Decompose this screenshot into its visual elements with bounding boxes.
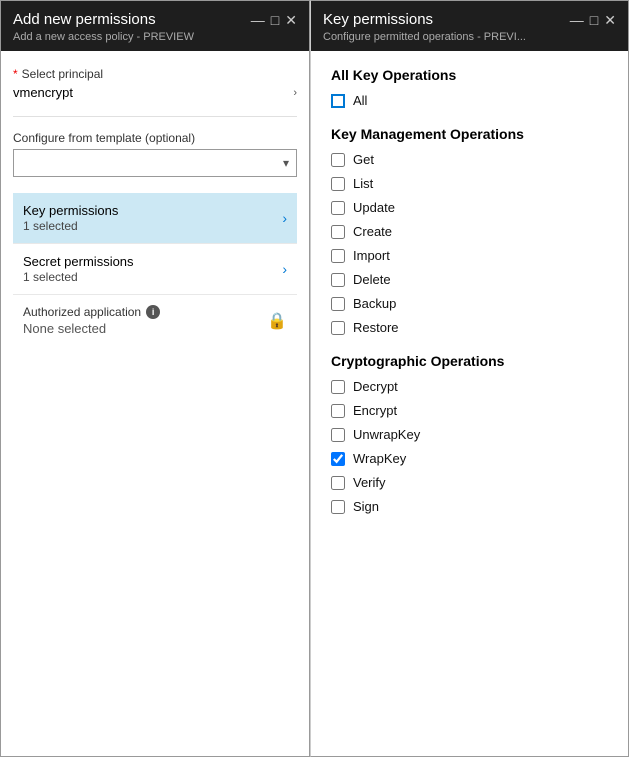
right-header-text: Key permissions Configure permitted oper… xyxy=(323,11,570,43)
left-maximize-icon[interactable]: □ xyxy=(271,13,279,27)
left-panel-subtitle: Add a new access policy - PREVIEW xyxy=(13,31,251,43)
secret-permissions-title: Secret permissions xyxy=(23,254,134,269)
principal-value-row[interactable]: vmencrypt › xyxy=(13,85,297,100)
auth-left: Authorized application i None selected xyxy=(23,305,160,336)
checkbox-sign-label: Sign xyxy=(353,499,379,514)
all-key-checkbox-wrapper[interactable]: All xyxy=(331,93,608,108)
checkbox-import-label: Import xyxy=(353,248,390,263)
auth-section: Authorized application i None selected 🔒 xyxy=(13,295,297,346)
all-key-operations-section: All Key Operations All xyxy=(331,67,608,108)
auth-label: Authorized application i xyxy=(23,305,160,319)
checkbox-verify[interactable]: Verify xyxy=(331,475,608,490)
cryptographic-operations-section: Cryptographic Operations Decrypt Encrypt… xyxy=(331,353,608,514)
checkbox-delete[interactable]: Delete xyxy=(331,272,608,287)
checkbox-create[interactable]: Create xyxy=(331,224,608,239)
checkbox-restore-input[interactable] xyxy=(331,321,345,335)
checkbox-sign[interactable]: Sign xyxy=(331,499,608,514)
key-permissions-subtitle: 1 selected xyxy=(23,219,118,233)
checkbox-get-label: Get xyxy=(353,152,374,167)
checkbox-backup-input[interactable] xyxy=(331,297,345,311)
principal-chevron-icon: › xyxy=(293,87,297,99)
key-permissions-content: Key permissions 1 selected xyxy=(23,203,118,233)
cryptographic-operations-title: Cryptographic Operations xyxy=(331,353,608,369)
checkbox-decrypt-label: Decrypt xyxy=(353,379,398,394)
right-panel-title: Key permissions xyxy=(323,11,570,28)
key-permissions-title: Key permissions xyxy=(23,203,118,218)
template-dropdown-wrapper: ▾ xyxy=(13,149,297,177)
all-key-checkbox-label: All xyxy=(353,93,367,108)
checkbox-list[interactable]: List xyxy=(331,176,608,191)
checkbox-encrypt-label: Encrypt xyxy=(353,403,397,418)
checkbox-backup-label: Backup xyxy=(353,296,396,311)
checkbox-create-label: Create xyxy=(353,224,392,239)
secret-permissions-subtitle: 1 selected xyxy=(23,270,134,284)
checkbox-verify-label: Verify xyxy=(353,475,386,490)
checkbox-update[interactable]: Update xyxy=(331,200,608,215)
key-permissions-nav-item[interactable]: Key permissions 1 selected › xyxy=(13,193,297,244)
checkbox-import-input[interactable] xyxy=(331,249,345,263)
checkbox-decrypt-input[interactable] xyxy=(331,380,345,394)
auth-value: None selected xyxy=(23,321,160,336)
key-permissions-chevron-icon: › xyxy=(282,210,287,226)
all-key-operations-title: All Key Operations xyxy=(331,67,608,83)
template-label: Configure from template (optional) xyxy=(13,131,297,145)
checkbox-encrypt-input[interactable] xyxy=(331,404,345,418)
right-panel-subtitle: Configure permitted operations - PREVI..… xyxy=(323,31,570,43)
checkbox-delete-label: Delete xyxy=(353,272,391,287)
checkbox-import[interactable]: Import xyxy=(331,248,608,263)
checkbox-verify-input[interactable] xyxy=(331,476,345,490)
right-panel-header: Key permissions Configure permitted oper… xyxy=(311,1,628,51)
checkbox-list-input[interactable] xyxy=(331,177,345,191)
key-management-operations-title: Key Management Operations xyxy=(331,126,608,142)
auth-label-text: Authorized application xyxy=(23,305,141,319)
checkbox-restore-label: Restore xyxy=(353,320,399,335)
required-star: * xyxy=(13,67,18,81)
template-dropdown[interactable] xyxy=(13,149,297,177)
secret-permissions-content: Secret permissions 1 selected xyxy=(23,254,134,284)
lock-icon: 🔒 xyxy=(267,311,287,331)
right-panel-controls: — □ ✕ xyxy=(570,13,616,27)
principal-section: * Select principal vmencrypt › xyxy=(13,67,297,100)
checkbox-decrypt[interactable]: Decrypt xyxy=(331,379,608,394)
right-maximize-icon[interactable]: □ xyxy=(590,13,598,27)
left-close-icon[interactable]: ✕ xyxy=(285,13,297,27)
secret-permissions-nav-item[interactable]: Secret permissions 1 selected › xyxy=(13,244,297,295)
checkbox-list-label: List xyxy=(353,176,373,191)
secret-permissions-chevron-icon: › xyxy=(282,261,287,277)
info-icon[interactable]: i xyxy=(146,305,160,319)
checkbox-get-input[interactable] xyxy=(331,153,345,167)
all-key-checkbox-box xyxy=(331,94,345,108)
right-close-icon[interactable]: ✕ xyxy=(604,13,616,27)
checkbox-unwrapkey-input[interactable] xyxy=(331,428,345,442)
checkbox-sign-input[interactable] xyxy=(331,500,345,514)
checkbox-delete-input[interactable] xyxy=(331,273,345,287)
checkbox-update-input[interactable] xyxy=(331,201,345,215)
checkbox-create-input[interactable] xyxy=(331,225,345,239)
checkbox-unwrapkey[interactable]: UnwrapKey xyxy=(331,427,608,442)
checkbox-wrapkey[interactable]: WrapKey xyxy=(331,451,608,466)
checkbox-backup[interactable]: Backup xyxy=(331,296,608,311)
right-panel: Key permissions Configure permitted oper… xyxy=(310,0,629,757)
principal-value: vmencrypt xyxy=(13,85,73,100)
left-panel-body: * Select principal vmencrypt › Configure… xyxy=(1,51,309,756)
left-panel: Add new permissions Add a new access pol… xyxy=(0,0,310,757)
checkbox-update-label: Update xyxy=(353,200,395,215)
principal-label: * Select principal xyxy=(13,67,297,81)
right-minimize-icon[interactable]: — xyxy=(570,13,584,27)
left-header-text: Add new permissions Add a new access pol… xyxy=(13,11,251,43)
left-panel-title: Add new permissions xyxy=(13,11,251,28)
left-panel-header: Add new permissions Add a new access pol… xyxy=(1,1,309,51)
checkbox-restore[interactable]: Restore xyxy=(331,320,608,335)
left-panel-controls: — □ ✕ xyxy=(251,13,297,27)
checkbox-unwrapkey-label: UnwrapKey xyxy=(353,427,420,442)
checkbox-encrypt[interactable]: Encrypt xyxy=(331,403,608,418)
checkbox-wrapkey-label: WrapKey xyxy=(353,451,406,466)
checkbox-get[interactable]: Get xyxy=(331,152,608,167)
checkbox-wrapkey-input[interactable] xyxy=(331,452,345,466)
template-section: Configure from template (optional) ▾ xyxy=(13,131,297,177)
left-minimize-icon[interactable]: — xyxy=(251,13,265,27)
key-management-operations-section: Key Management Operations Get List Updat… xyxy=(331,126,608,335)
right-panel-body: All Key Operations All Key Management Op… xyxy=(311,51,628,756)
divider-1 xyxy=(13,116,297,117)
